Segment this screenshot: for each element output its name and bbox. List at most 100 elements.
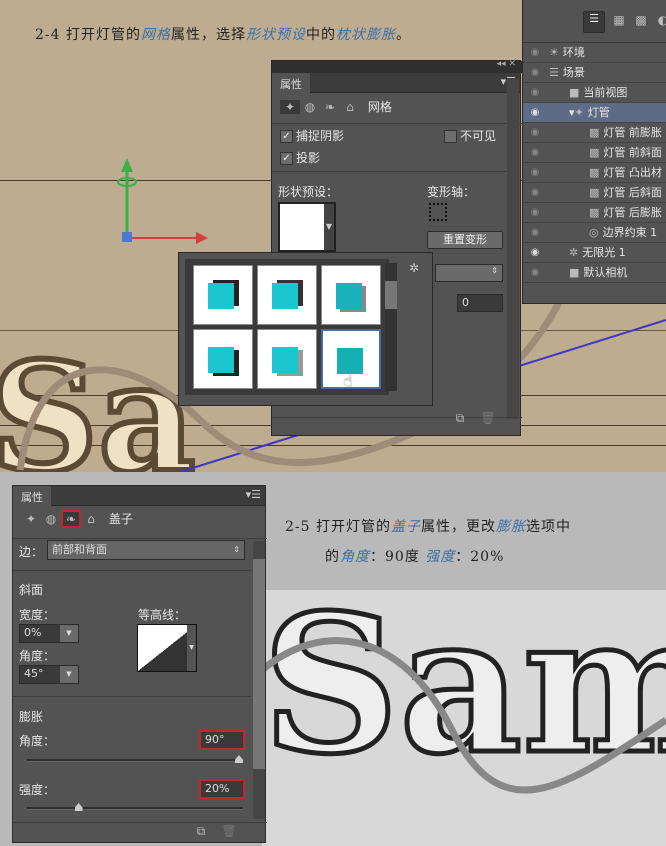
material-filter-icon[interactable]: ▩ [631, 13, 651, 27]
strength-field[interactable]: 20% [199, 779, 245, 799]
shape-preset-popup: ☝ ✲ [178, 252, 433, 406]
inflate-angle-label: 角度： [19, 734, 56, 748]
scrollbar[interactable] [507, 79, 519, 419]
camera-icon: ■ [569, 266, 580, 279]
panel-tabbar: 属性 ▾☰ [13, 486, 265, 506]
layer-row[interactable]: ◉ ▩ 灯管 前膨胀 [523, 123, 666, 143]
eye-icon[interactable]: ◉ [527, 143, 543, 163]
preset-thumb[interactable] [193, 329, 253, 389]
camera-icon: ■ [569, 86, 580, 99]
coordinates-tab-icon[interactable]: ⌂ [340, 100, 360, 114]
tab-properties[interactable]: 属性 [13, 486, 51, 506]
eye-icon[interactable]: ◉ [527, 43, 543, 63]
layer-row[interactable]: ◉ ◎ 边界约束 1 [523, 223, 666, 243]
eye-icon[interactable]: ◉ [527, 163, 543, 183]
chevron-down-icon: ▼ [60, 666, 78, 683]
eye-icon[interactable]: ◉ [527, 243, 543, 263]
scene-icon: ☰ [549, 66, 559, 79]
light-filter-icon[interactable]: ◐ [653, 13, 666, 27]
side-value: 前部和背面 [52, 543, 107, 556]
dropdown[interactable]: ⇕ [435, 264, 503, 282]
eye-icon[interactable]: ◉ [527, 123, 543, 143]
layer-row[interactable]: ◉ ■ 默认相机 [523, 263, 666, 283]
side-dropdown[interactable]: 前部和背面 ⇕ [47, 540, 245, 560]
layer-row[interactable]: ◉ ▩ 灯管 后斜面 [523, 183, 666, 203]
gear-icon[interactable]: ✲ [409, 261, 419, 275]
layer-content: ▩ 灯管 前膨胀 [589, 123, 662, 143]
inflate-angle-field[interactable]: 90° [199, 730, 245, 750]
tab-properties[interactable]: 属性 [272, 73, 310, 93]
mesh-tab-icon[interactable]: ✦ [280, 100, 300, 114]
caption-bottom: 2-5 打开灯管的盖子属性，更改膨胀选项中 的角度：90度 强度：20% [285, 519, 571, 565]
mesh-filter-icon[interactable]: ▦ [609, 13, 629, 27]
panel-toolbar: ☰ ▦ ▩ ◐ [523, 7, 666, 43]
eye-icon[interactable]: ◉ [527, 83, 543, 103]
render-preview: Sam [262, 590, 666, 846]
preset-thumb[interactable] [257, 329, 317, 389]
layer-row[interactable]: ◉ ▩ 灯管 凸出材 [523, 163, 666, 183]
scrollbar[interactable] [253, 541, 265, 819]
bevel-angle-value: 45° [24, 667, 44, 680]
preset-scrollbar[interactable] [385, 263, 397, 391]
eye-icon[interactable]: ◉ [527, 203, 543, 223]
shape-preset-picker[interactable]: ▼ [278, 202, 336, 252]
preset-thumb-pillow-inflate[interactable]: ☝ [321, 329, 381, 390]
layer-row[interactable]: ◉ ☰ 场景 [523, 63, 666, 83]
layer-row[interactable]: ◉ ▾✦ 灯管 [523, 103, 666, 123]
bevel-angle-field[interactable]: 45° ▼ [19, 665, 79, 684]
deform-axis-grid-icon[interactable] [429, 203, 447, 221]
mesh-tab-icon[interactable]: ✦ [21, 512, 41, 526]
deform-tab-icon[interactable]: ◍ [41, 512, 61, 526]
preset-thumb[interactable] [193, 265, 253, 325]
section-title: 网格 [367, 100, 392, 114]
trash-icon[interactable]: 🗑 [219, 824, 239, 838]
width-value: 0% [24, 626, 42, 639]
eye-icon[interactable]: ◉ [527, 63, 543, 83]
catch-shadows-label: 捕捉阴影 [296, 129, 345, 143]
eye-icon[interactable]: ◉ [527, 183, 543, 203]
strength-slider[interactable] [27, 803, 243, 811]
hand-cursor-icon: ☝ [343, 371, 353, 390]
width-field[interactable]: 0% ▼ [19, 624, 79, 643]
layer-label: 灯管 [587, 106, 610, 119]
preset-thumb[interactable] [321, 265, 381, 325]
expand-arrow-icon[interactable]: ▾ [569, 106, 575, 119]
layer-row[interactable]: ◉ ▩ 灯管 前斜面 [523, 143, 666, 163]
cap-tab-icon[interactable]: ❧ [320, 100, 340, 114]
layer-content: ▩ 灯管 凸出材 [589, 163, 662, 183]
eye-icon[interactable]: ◉ [527, 103, 543, 123]
canvas-top: Sa 2-4 打开灯管的网格属性，选择形状预设中的枕状膨胀。 ☰ ▦ ▩ ◐ ◉… [0, 0, 666, 472]
inflate-angle-slider[interactable] [27, 755, 243, 763]
cast-shadows-checkbox[interactable]: ✓ 投影 [280, 149, 320, 166]
catch-shadows-checkbox[interactable]: ✓ 捕捉阴影 [280, 127, 344, 144]
deform-tab-icon[interactable]: ◍ [300, 100, 320, 114]
contour-label: 等高线： [138, 608, 187, 622]
render-icon[interactable]: ⧉ [450, 411, 470, 426]
contour-picker[interactable]: ▼ [137, 624, 197, 672]
layer-row[interactable]: ◉ ✲ 无限光 1 [523, 243, 666, 263]
render-icon[interactable]: ⧉ [191, 824, 211, 839]
layer-row[interactable]: ◉ ☀ 环境 [523, 43, 666, 63]
slider-knob[interactable] [74, 803, 83, 811]
layer-label: 默认相机 [583, 266, 628, 279]
invisible-checkbox[interactable]: 不可见 [444, 127, 496, 144]
layer-row[interactable]: ◉ ▩ 灯管 后膨胀 [523, 203, 666, 223]
layer-label: 灯管 后斜面 [603, 186, 662, 199]
layer-content: ▩ 灯管 后膨胀 [589, 203, 662, 223]
trash-icon[interactable]: 🗑 [478, 411, 498, 425]
preset-thumb[interactable] [257, 265, 317, 325]
collapse-icon[interactable]: ◂◂ ✕ [497, 59, 516, 69]
cap-tab-icon[interactable]: ❧ [61, 510, 81, 528]
eye-icon[interactable]: ◉ [527, 263, 543, 283]
panel-menu-icon[interactable]: ▾☰ [246, 488, 261, 501]
coordinates-tab-icon[interactable]: ⌂ [81, 512, 101, 526]
slider-knob[interactable] [235, 755, 243, 763]
layer-row[interactable]: ◉ ■ 当前视图 [523, 83, 666, 103]
layer-content: ✲ 无限光 1 [569, 243, 626, 263]
eye-icon[interactable]: ◉ [527, 223, 543, 243]
layer-content: ☰ 场景 [549, 63, 585, 83]
value-field[interactable]: 0 [457, 294, 503, 312]
scene-filter-icon[interactable]: ☰ [583, 11, 605, 33]
layer-content: ☀ 环境 [549, 43, 585, 63]
reset-deform-button[interactable]: 重置变形 [427, 231, 503, 249]
